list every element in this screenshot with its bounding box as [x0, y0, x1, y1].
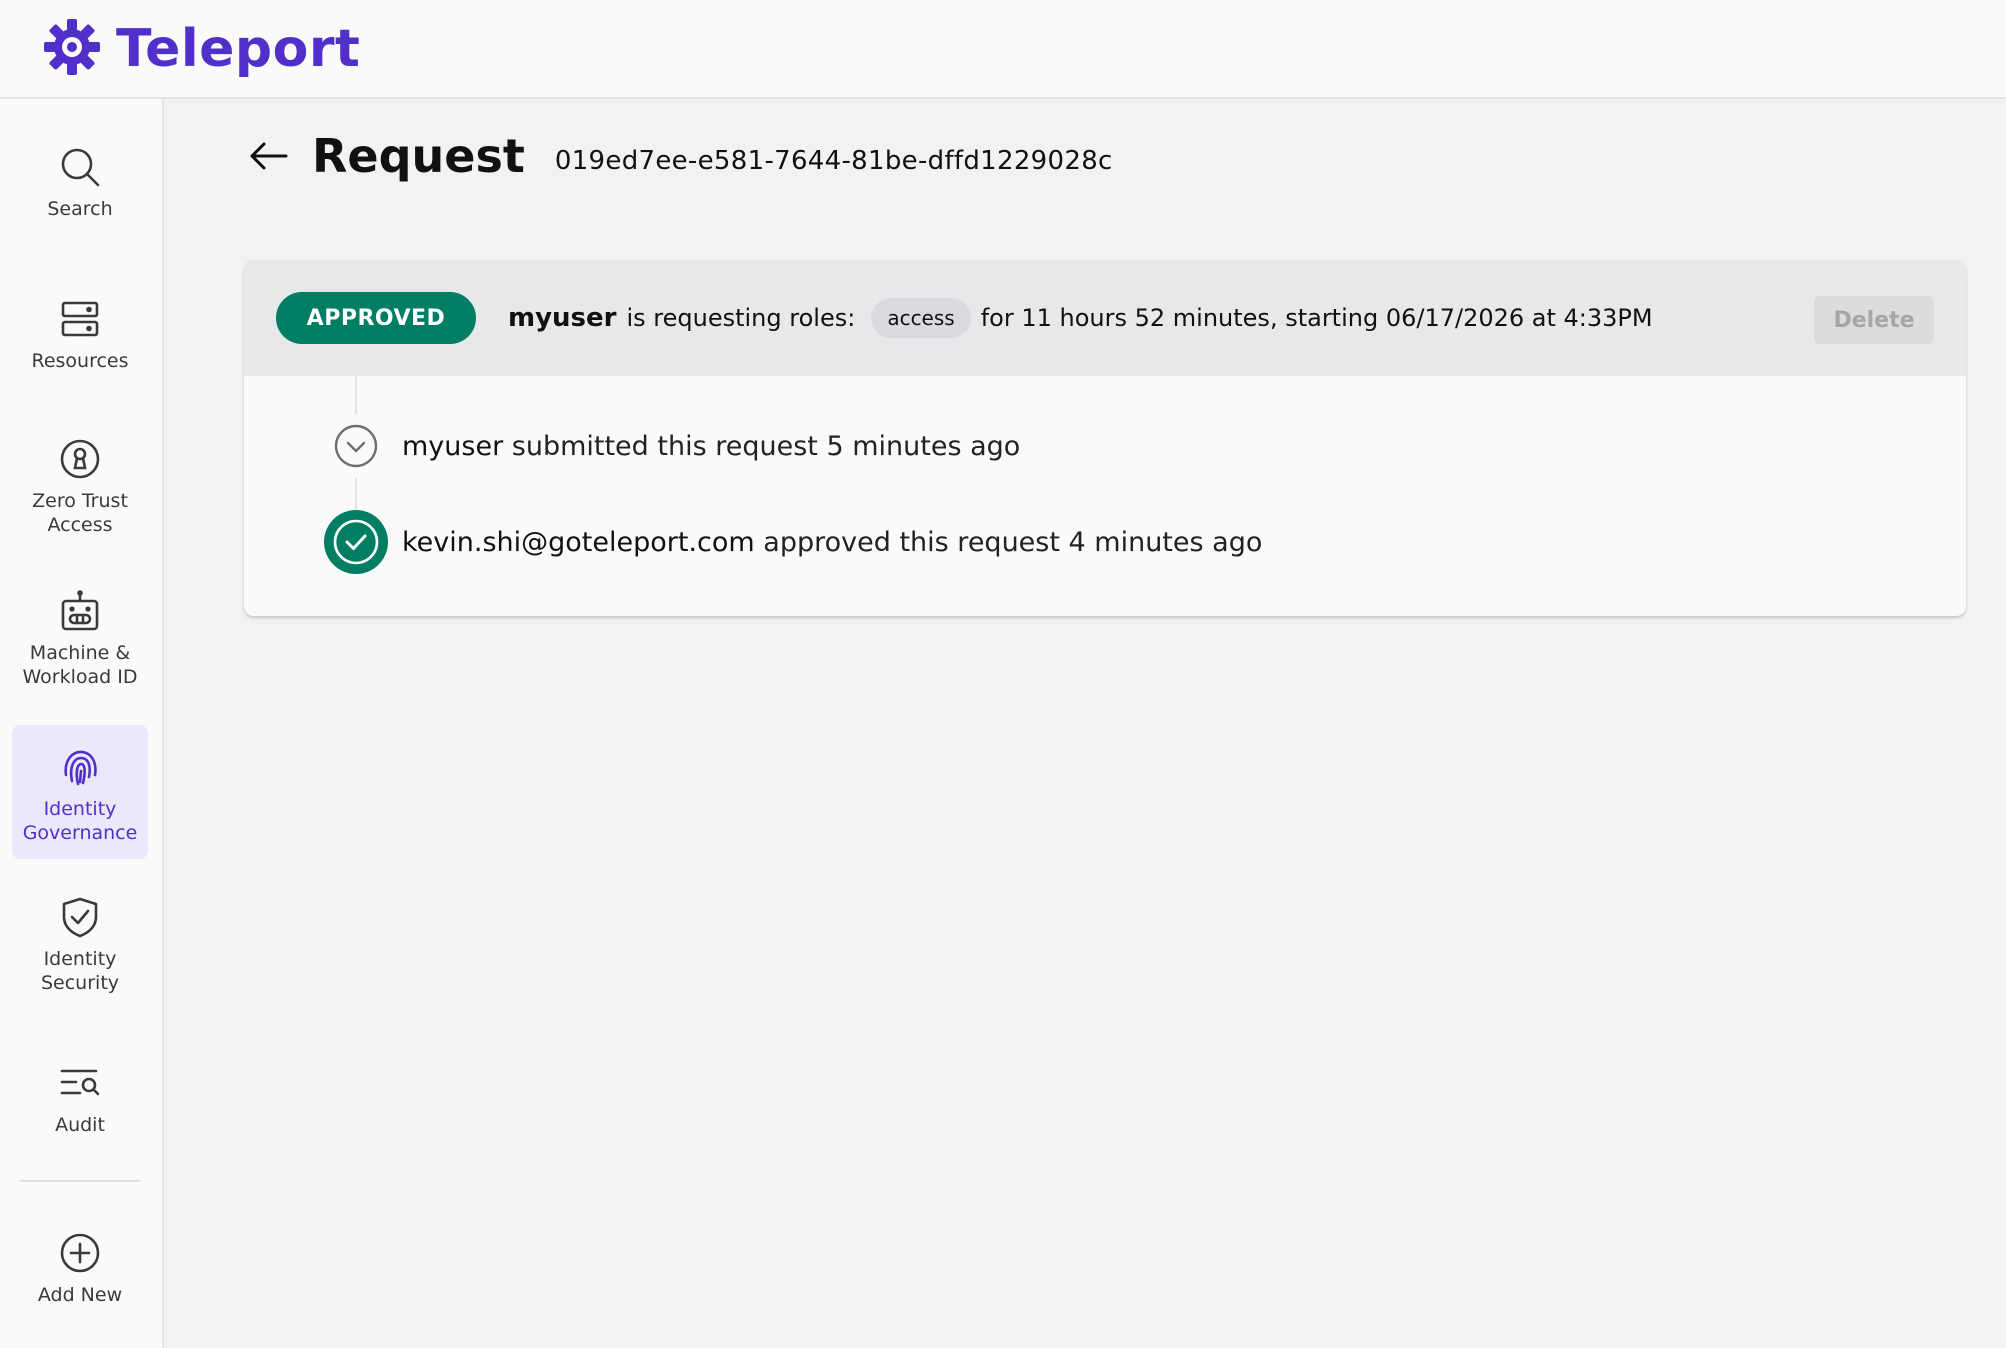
page-title: Request — [312, 129, 525, 183]
sidebar-item-search[interactable]: Search — [12, 139, 148, 249]
sidebar: Search Resources Zero Trust Access Machi… — [0, 99, 164, 1348]
delete-button[interactable]: Delete — [1814, 296, 1934, 344]
shield-check-icon — [58, 895, 102, 939]
check-circle-icon — [324, 510, 388, 574]
requesting-roles-text: is requesting roles: — [626, 304, 856, 332]
app-name: Teleport — [116, 18, 361, 79]
request-id: 019ed7ee-e581-7644-81be-dffd1229028c — [554, 146, 1113, 176]
search-icon — [58, 145, 102, 189]
sidebar-item-label: Identity Security — [40, 948, 120, 994]
sidebar-item-label: Resources — [31, 350, 129, 372]
sidebar-item-zero-trust-access[interactable]: Zero Trust Access — [12, 431, 148, 561]
main-content: Request 019ed7ee-e581-7644-81be-dffd1229… — [166, 99, 2006, 1348]
request-description: myuser is requesting roles: access for 1… — [508, 294, 1653, 342]
sidebar-item-label: Add New — [37, 1284, 123, 1306]
timeline-actor: myuser — [402, 430, 504, 462]
sidebar-item-add-new[interactable]: Add New — [12, 1225, 148, 1335]
back-arrow-icon[interactable] — [246, 134, 290, 178]
role-pill: access — [871, 298, 971, 338]
list-search-icon — [58, 1061, 102, 1105]
sidebar-item-machine-workload-id[interactable]: Machine & Workload ID — [12, 583, 148, 713]
sidebar-item-resources[interactable]: Resources — [12, 291, 148, 401]
server-icon — [58, 297, 102, 341]
sidebar-item-identity-security[interactable]: Identity Security — [12, 889, 148, 1019]
teleport-logo[interactable]: Teleport — [42, 17, 360, 81]
timeline-event-approved: kevin.shi@goteleport.com approved this r… — [324, 510, 1262, 574]
teleport-gear-icon — [42, 17, 102, 81]
page-header: Request 019ed7ee-e581-7644-81be-dffd1229… — [246, 129, 1113, 183]
timeline-action: approved this request 4 minutes ago — [763, 526, 1263, 558]
timeline-action: submitted this request 5 minutes ago — [511, 430, 1021, 462]
fingerprint-icon — [58, 745, 102, 789]
sidebar-item-label: Zero Trust Access — [32, 490, 128, 536]
sidebar-divider — [20, 1180, 140, 1182]
timeline-actor: kevin.shi@goteleport.com — [402, 526, 755, 558]
sidebar-item-label: Identity Governance — [22, 798, 138, 844]
sidebar-item-audit[interactable]: Audit — [12, 1055, 148, 1165]
timeline-event-submitted: myuser submitted this request 5 minutes … — [324, 414, 1020, 478]
chevron-down-circle-icon — [324, 414, 388, 478]
robot-icon — [58, 589, 102, 633]
top-bar: Teleport — [0, 0, 2006, 99]
timeline-event-text: kevin.shi@goteleport.com approved this r… — [402, 527, 1262, 558]
sidebar-item-label: Audit — [55, 1114, 105, 1136]
request-duration: for 11 hours 52 minutes, starting 06/17/… — [980, 304, 1653, 332]
plus-circle-icon — [58, 1231, 102, 1275]
keyhole-icon — [58, 437, 102, 481]
sidebar-item-identity-governance[interactable]: Identity Governance — [12, 725, 148, 859]
status-badge: APPROVED — [276, 292, 476, 344]
request-card: APPROVED myuser is requesting roles: acc… — [244, 260, 1966, 616]
sidebar-item-label: Search — [47, 198, 113, 220]
sidebar-item-label: Machine & Workload ID — [22, 642, 138, 688]
request-summary: APPROVED myuser is requesting roles: acc… — [244, 260, 1966, 376]
requester-name: myuser — [508, 303, 617, 333]
timeline-event-text: myuser submitted this request 5 minutes … — [402, 431, 1020, 462]
